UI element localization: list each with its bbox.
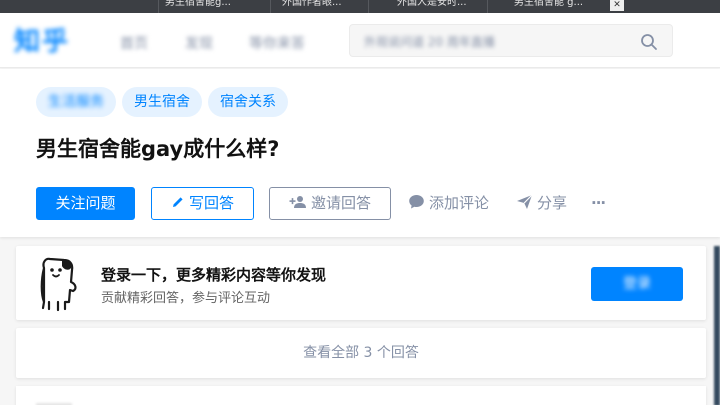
question-title: 男生宿舍能gay成什么样?	[36, 137, 280, 161]
browser-tab-strip: 男生宿舍能g... 外国作者眼... 外国人是安时... 男生宿舍能 g... …	[0, 0, 720, 13]
nav-item-waiting[interactable]: 等你来答	[249, 33, 305, 53]
write-answer-button[interactable]: 写回答	[151, 187, 254, 220]
question-header: 生活服务 男生宿舍 宿舍关系 男生宿舍能gay成什么样? 关注问题 写回答 邀请…	[0, 69, 720, 237]
login-prompt-subtitle: 贡献精彩回答，参与评论互动	[101, 291, 271, 306]
login-button[interactable]: 登录	[591, 267, 683, 301]
topic-tag[interactable]: 男生宿舍	[122, 87, 202, 117]
browser-tab[interactable]: 外国人是安时...	[397, 0, 477, 13]
write-answer-label: 写回答	[188, 194, 234, 212]
paper-plane-icon	[517, 194, 533, 209]
sidebar-edge	[714, 246, 720, 405]
browser-tab[interactable]	[90, 0, 150, 13]
comment-icon	[409, 195, 424, 209]
nav-item-home[interactable]: 首页	[120, 33, 148, 53]
search-icon[interactable]	[640, 33, 658, 51]
follow-question-button[interactable]: 关注问题	[36, 187, 135, 220]
zhihu-logo[interactable]: 知乎	[14, 21, 70, 58]
browser-tab[interactable]: 男生宿舍能 g...	[514, 0, 594, 13]
pencil-icon	[172, 197, 183, 207]
share-button[interactable]: 分享	[516, 193, 567, 213]
browser-tab[interactable]	[630, 0, 710, 13]
topic-tag[interactable]: 宿舍关系	[208, 87, 288, 117]
view-all-answers-button[interactable]: 查看全部 3 个回答	[16, 328, 706, 378]
add-comment-label: 添加评论	[429, 194, 490, 212]
add-user-icon	[289, 196, 306, 208]
share-label: 分享	[537, 194, 568, 212]
invite-answer-button[interactable]: 邀请回答	[269, 187, 391, 220]
mascot-illustration	[40, 257, 77, 312]
invite-answer-label: 邀请回答	[310, 194, 371, 212]
more-options-button[interactable]: ···	[591, 193, 606, 213]
nav-item-explore[interactable]: 发现	[185, 33, 213, 53]
answer-card	[16, 386, 706, 405]
search-input[interactable]: 外观说问道 20 周年直播	[349, 24, 673, 57]
close-icon[interactable]: ✕	[610, 0, 624, 11]
login-prompt-title: 登录一下，更多精彩内容等你发现	[101, 266, 327, 284]
login-prompt-card: 登录一下，更多精彩内容等你发现 贡献精彩回答，参与评论互动 登录	[16, 246, 706, 320]
search-placeholder: 外观说问道 20 周年直播	[364, 35, 495, 49]
add-comment-button[interactable]: 添加评论	[408, 193, 489, 213]
app-header: 知乎 首页 发现 等你来答 外观说问道 20 周年直播	[0, 13, 720, 68]
browser-tab[interactable]: 外国作者眼...	[282, 0, 362, 13]
topic-tag[interactable]: 生活服务	[36, 87, 116, 117]
browser-tab[interactable]: 男生宿舍能g...	[165, 0, 265, 13]
